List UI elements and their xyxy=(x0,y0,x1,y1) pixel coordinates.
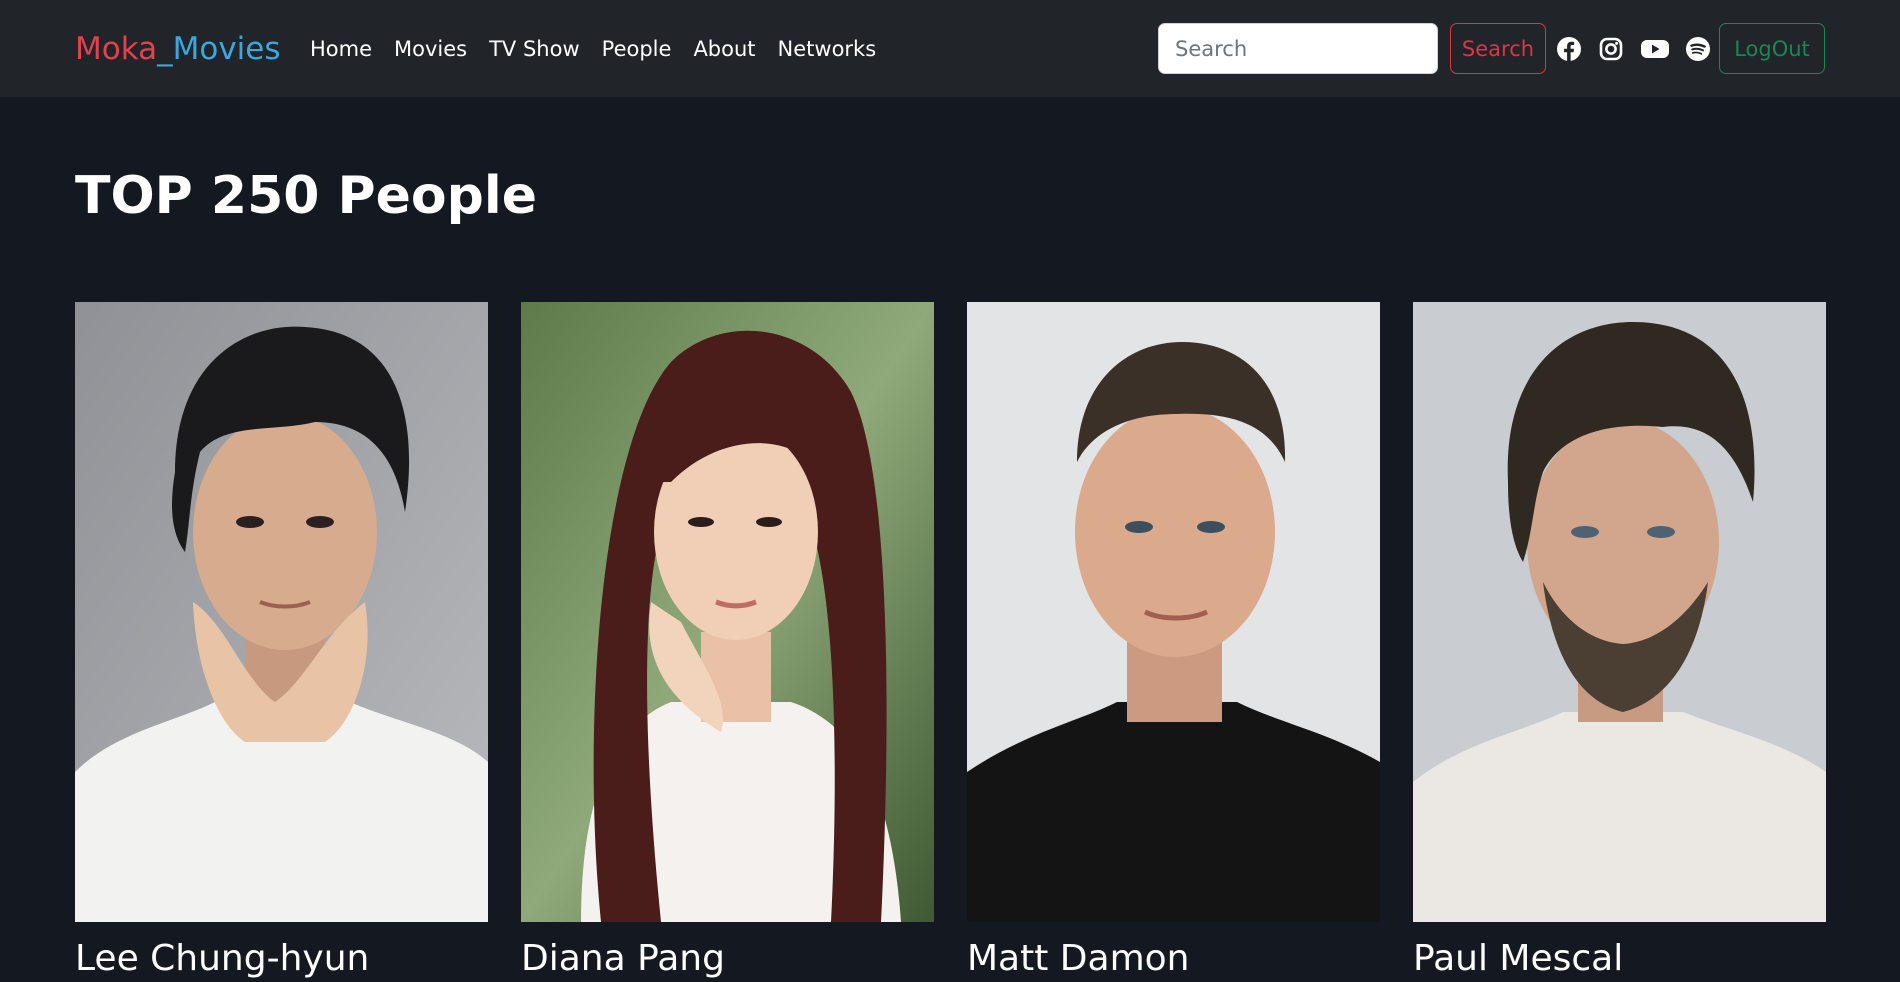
person-card[interactable]: Diana Pang xyxy=(521,302,934,982)
person-photo[interactable] xyxy=(521,302,934,922)
search-button[interactable]: Search xyxy=(1450,23,1546,74)
page-title: TOP 250 People xyxy=(75,166,537,226)
person-photo[interactable] xyxy=(75,302,488,922)
instagram-icon[interactable] xyxy=(1598,36,1624,62)
person-name[interactable]: Lee Chung-hyun xyxy=(75,936,488,982)
spotify-icon[interactable] xyxy=(1685,36,1711,62)
brand-logo[interactable]: Moka_Movies xyxy=(75,29,281,69)
navbar: Moka_Movies Home Movies TV Show People A… xyxy=(0,0,1900,97)
person-photo[interactable] xyxy=(967,302,1380,922)
youtube-icon[interactable] xyxy=(1640,36,1670,62)
person-name[interactable]: Matt Damon xyxy=(967,936,1380,982)
nav-people-link[interactable]: People xyxy=(602,34,672,64)
nav-links: Home Movies TV Show People About Network… xyxy=(310,34,876,64)
facebook-icon[interactable] xyxy=(1556,36,1582,62)
person-photo[interactable] xyxy=(1413,302,1826,922)
person-card[interactable]: Lee Chung-hyun xyxy=(75,302,488,982)
person-name[interactable]: Diana Pang xyxy=(521,936,934,982)
search-input[interactable] xyxy=(1158,23,1438,74)
nav-tv-show-link[interactable]: TV Show xyxy=(489,34,580,64)
nav-home-link[interactable]: Home xyxy=(310,34,372,64)
nav-networks-link[interactable]: Networks xyxy=(778,34,877,64)
logout-button[interactable]: LogOut xyxy=(1719,23,1825,74)
people-grid: Lee Chung-hyun Diana Pang Matt Damon Pau… xyxy=(75,302,1826,982)
brand-part-1: Moka xyxy=(75,31,158,67)
nav-movies-link[interactable]: Movies xyxy=(394,34,467,64)
nav-about-link[interactable]: About xyxy=(693,34,755,64)
person-card[interactable]: Matt Damon xyxy=(967,302,1380,982)
brand-part-2: _Movies xyxy=(157,31,281,67)
person-name[interactable]: Paul Mescal xyxy=(1413,936,1826,982)
person-card[interactable]: Paul Mescal xyxy=(1413,302,1826,982)
